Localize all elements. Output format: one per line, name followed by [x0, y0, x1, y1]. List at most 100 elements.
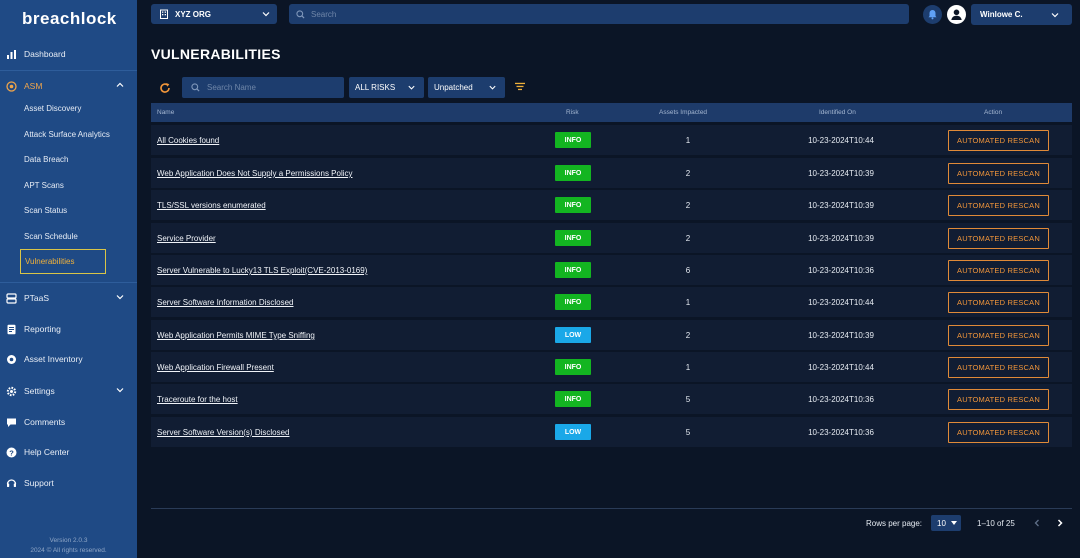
vulnerability-name-link[interactable]: Server Software Version(s) Disclosed [157, 428, 290, 437]
vulnerability-name-link[interactable]: Traceroute for the host [157, 395, 238, 404]
user-name: Winlowe C. [980, 10, 1023, 19]
automated-rescan-button[interactable]: AUTOMATED RESCAN [948, 228, 1049, 249]
chart-icon [6, 49, 17, 60]
gear-icon [6, 386, 17, 397]
status-filter-value: Unpatched [434, 83, 473, 92]
automated-rescan-button[interactable]: AUTOMATED RESCAN [948, 389, 1049, 410]
sidebar-item-attack-surface-analytics[interactable]: Attack Surface Analytics [24, 125, 110, 143]
sidebar-item-data-breach[interactable]: Data Breach [24, 150, 68, 168]
automated-rescan-button[interactable]: AUTOMATED RESCAN [948, 292, 1049, 313]
rows-per-page-select[interactable]: 10 [931, 515, 961, 531]
avatar[interactable] [947, 5, 966, 24]
sidebar: breachlock Dashboard ASM Asset Discovery… [0, 0, 137, 558]
divider [0, 70, 137, 71]
table-row: Traceroute for the host INFO 5 10-23-202… [151, 384, 1072, 414]
sidebar-item-support[interactable]: Support [0, 471, 137, 495]
identified-on: 10-23-2024T10:39 [808, 331, 874, 340]
org-name: XYZ ORG [175, 9, 212, 19]
assets-impacted: 5 [685, 428, 691, 437]
sidebar-item-label: Comments [24, 417, 66, 427]
bell-icon [928, 10, 937, 20]
identified-on: 10-23-2024T10:36 [808, 428, 874, 437]
sort-icon[interactable] [514, 82, 526, 91]
vulnerability-name-link[interactable]: TLS/SSL versions enumerated [157, 201, 266, 210]
sidebar-item-label: Asset Inventory [24, 354, 83, 364]
vulnerability-name-link[interactable]: Web Application Firewall Present [157, 363, 274, 372]
chevron-left-icon[interactable] [1032, 518, 1042, 528]
risk-badge: LOW [555, 327, 591, 343]
vulnerability-name-link[interactable]: Web Application Does Not Supply a Permis… [157, 169, 353, 178]
sidebar-item-label: PTaaS [24, 293, 50, 303]
sidebar-item-scan-schedule[interactable]: Scan Schedule [24, 227, 78, 245]
sidebar-item-dashboard[interactable]: Dashboard [0, 42, 137, 66]
column-header-name[interactable]: Name [157, 109, 174, 116]
sidebar-item-settings[interactable]: Settings [0, 379, 137, 403]
chevron-right-icon[interactable] [1055, 518, 1065, 528]
status-filter-select[interactable]: Unpatched [428, 77, 505, 98]
sidebar-item-asset-discovery[interactable]: Asset Discovery [24, 99, 81, 117]
automated-rescan-button[interactable]: AUTOMATED RESCAN [948, 422, 1049, 443]
user-menu[interactable]: Winlowe C. [971, 4, 1072, 25]
automated-rescan-button[interactable]: AUTOMATED RESCAN [948, 357, 1049, 378]
sidebar-item-comments[interactable]: Comments [0, 410, 137, 434]
sidebar-item-asm[interactable]: ASM [0, 74, 137, 98]
chevron-down-icon[interactable] [115, 292, 125, 302]
chevron-down-icon [262, 12, 270, 17]
table-row: Server Software Version(s) Disclosed LOW… [151, 417, 1072, 447]
ptaas-icon [6, 292, 17, 304]
chevron-down-icon[interactable] [115, 385, 125, 395]
global-search-input[interactable]: Search [289, 4, 909, 24]
refresh-button[interactable] [157, 80, 173, 96]
table-header: Name Risk Assets Impacted Identified On … [151, 103, 1072, 122]
vulnerability-name-link[interactable]: Service Provider [157, 234, 216, 243]
sidebar-item-vulnerabilities[interactable]: Vulnerabilities [20, 249, 106, 274]
sidebar-item-ptaas[interactable]: PTaaS [0, 286, 137, 310]
column-header-assets-impacted[interactable]: Assets Impacted [659, 109, 707, 116]
risk-badge: INFO [555, 359, 591, 375]
divider [0, 282, 137, 283]
sidebar-item-apt-scans[interactable]: APT Scans [24, 176, 64, 194]
help-icon: ? [6, 447, 17, 458]
rows-per-page-label: Rows per page: [866, 519, 923, 528]
automated-rescan-button[interactable]: AUTOMATED RESCAN [948, 325, 1049, 346]
pagination-range: 1–10 of 25 [977, 519, 1015, 528]
risk-badge: INFO [555, 197, 591, 213]
vulnerability-name-link[interactable]: Server Software Information Disclosed [157, 298, 294, 307]
page-title: VULNERABILITIES [151, 46, 281, 62]
org-selector[interactable]: XYZ ORG [151, 4, 277, 24]
notifications-button[interactable] [923, 5, 942, 24]
vulnerability-name-link[interactable]: Server Vulnerable to Lucky13 TLS Exploit… [157, 266, 367, 275]
table-row: All Cookies found INFO 1 10-23-2024T10:4… [151, 125, 1072, 155]
sidebar-item-label: Help Center [24, 447, 70, 457]
chevron-up-icon[interactable] [115, 80, 125, 90]
sidebar-item-reporting[interactable]: Reporting [0, 317, 137, 341]
search-icon [296, 9, 305, 19]
risk-badge: LOW [555, 424, 591, 440]
vulnerability-search-input[interactable]: Search Name [182, 77, 344, 98]
risk-badge: INFO [555, 262, 591, 278]
table-row: Service Provider INFO 2 10-23-2024T10:39… [151, 223, 1072, 253]
assets-impacted: 2 [685, 169, 691, 178]
sidebar-item-help-center[interactable]: ? Help Center [0, 440, 137, 464]
sidebar-item-label: Reporting [24, 324, 61, 334]
automated-rescan-button[interactable]: AUTOMATED RESCAN [948, 195, 1049, 216]
assets-impacted: 1 [685, 136, 691, 145]
assets-impacted: 2 [685, 331, 691, 340]
automated-rescan-button[interactable]: AUTOMATED RESCAN [948, 130, 1049, 151]
sidebar-item-asset-inventory[interactable]: Asset Inventory [0, 347, 137, 371]
vulnerability-name-link[interactable]: All Cookies found [157, 136, 219, 145]
chevron-down-icon [408, 85, 415, 90]
risk-filter-select[interactable]: ALL RISKS [349, 77, 424, 98]
automated-rescan-button[interactable]: AUTOMATED RESCAN [948, 260, 1049, 281]
search-placeholder: Search Name [207, 83, 256, 92]
assets-impacted: 5 [685, 395, 691, 404]
sidebar-item-label: Support [24, 478, 54, 488]
automated-rescan-button[interactable]: AUTOMATED RESCAN [948, 163, 1049, 184]
vulnerability-name-link[interactable]: Web Application Permits MIME Type Sniffi… [157, 331, 315, 340]
report-icon [6, 324, 17, 335]
sidebar-item-scan-status[interactable]: Scan Status [24, 201, 67, 219]
table-row: Web Application Permits MIME Type Sniffi… [151, 320, 1072, 350]
column-header-risk[interactable]: Risk [566, 109, 579, 116]
column-header-identified-on[interactable]: Identified On [819, 109, 856, 116]
identified-on: 10-23-2024T10:39 [808, 169, 874, 178]
